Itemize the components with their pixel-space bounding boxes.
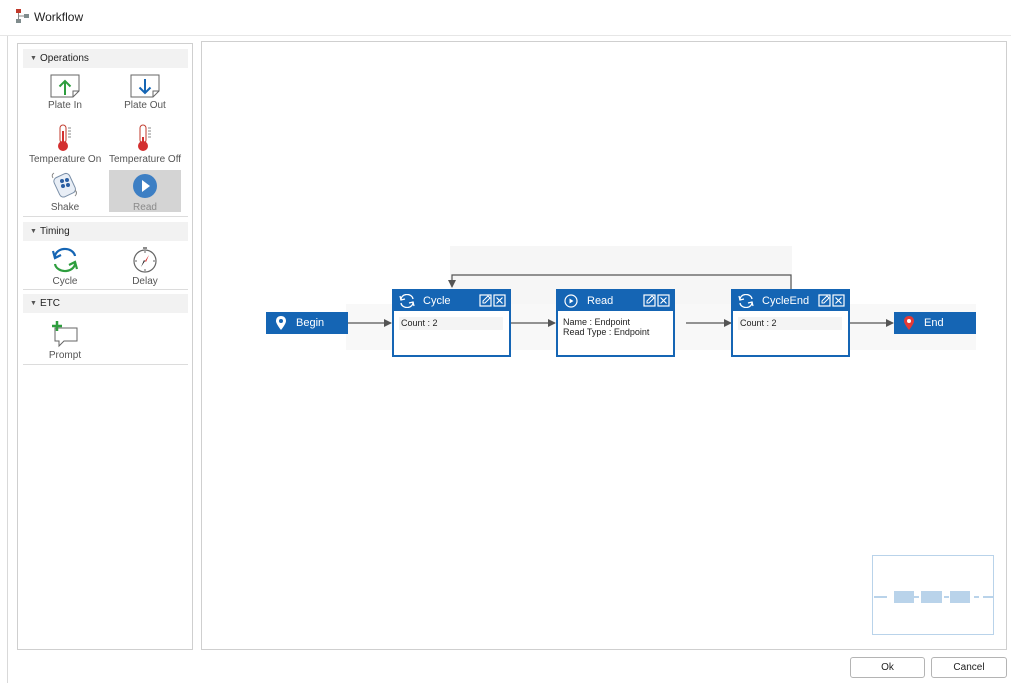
play-icon — [564, 294, 578, 308]
minimap-preview — [874, 591, 994, 603]
close-icon[interactable] — [832, 294, 845, 307]
tool-temperature-off[interactable]: Temperature Off — [109, 122, 182, 165]
section-divider — [23, 216, 188, 217]
cancel-button[interactable]: Cancel — [931, 657, 1007, 678]
tool-temperature-on[interactable]: Temperature On — [29, 122, 102, 165]
tool-plate-out[interactable]: Plate Out — [109, 72, 181, 114]
section-header-operations[interactable]: ▼ Operations — [23, 49, 188, 68]
workflow-node-cycle[interactable]: Cycle Count : 2 — [392, 289, 511, 357]
caret-down-icon: ▼ — [30, 55, 37, 62]
location-pin-icon — [276, 316, 286, 330]
node-header: Cycle — [394, 291, 509, 311]
caret-down-icon: ▼ — [30, 300, 37, 307]
window-title: Workflow — [34, 10, 84, 24]
window-border — [7, 36, 8, 683]
workflow-window: Workflow ▼ Operations Plate In Plate Out — [0, 0, 1011, 683]
prompt-icon — [52, 321, 78, 348]
thermometer-icon — [58, 124, 71, 151]
ok-button[interactable]: Ok — [850, 657, 925, 678]
tool-shake[interactable]: Shake — [29, 170, 101, 213]
workflow-node-cycleend[interactable]: CycleEnd Count : 2 — [731, 289, 850, 357]
tool-delay[interactable]: Delay — [109, 244, 181, 287]
shake-icon — [51, 172, 77, 198]
property-line: Read Type : Endpoint — [563, 327, 650, 337]
tool-label: Read — [133, 202, 157, 213]
end-node[interactable]: End — [894, 312, 976, 334]
plate-in-icon — [50, 74, 80, 98]
section-title: Operations — [40, 53, 89, 64]
close-icon[interactable] — [657, 294, 670, 307]
cycle-icon — [51, 247, 79, 273]
section-header-timing[interactable]: ▼ Timing — [23, 222, 188, 241]
node-title: Cycle — [423, 295, 451, 307]
begin-node[interactable]: Begin — [266, 312, 348, 334]
title-bar: Workflow — [0, 0, 1011, 36]
property-line: Count : 2 — [738, 317, 842, 330]
node-header: Read — [558, 291, 673, 311]
edit-icon[interactable] — [479, 294, 492, 307]
node-header: CycleEnd — [733, 291, 848, 311]
tool-label: Delay — [132, 276, 158, 287]
workflow-canvas[interactable]: Begin Cycle Count: 2 Read Name: Endpoi… — [201, 41, 1007, 650]
property-line: Count : 2 — [399, 317, 503, 330]
tool-label: Plate In — [48, 100, 82, 111]
stopwatch-icon — [133, 247, 157, 273]
begin-label: Begin — [296, 317, 325, 329]
section-divider — [23, 364, 188, 365]
thermometer-icon — [138, 124, 151, 151]
location-pin-icon — [904, 316, 914, 330]
workflow-node-read[interactable]: Read Name : Endpoint Read Type : Endpoin… — [556, 289, 675, 357]
caret-down-icon: ▼ — [30, 228, 37, 235]
node-properties: Name : Endpoint Read Type : Endpoint — [563, 317, 667, 337]
minimap[interactable] — [872, 555, 994, 635]
section-title: ETC — [40, 298, 60, 309]
close-icon[interactable] — [493, 294, 506, 307]
cycle-icon — [738, 294, 754, 308]
minimap-node — [894, 591, 914, 603]
node-properties: Count : 2 — [738, 317, 842, 330]
workflow-icon — [16, 9, 29, 23]
end-label: End — [924, 317, 944, 329]
edit-icon[interactable] — [643, 294, 656, 307]
section-title: Timing — [40, 226, 70, 237]
section-header-etc[interactable]: ▼ ETC — [23, 294, 188, 313]
minimap-node — [950, 591, 970, 603]
plate-out-icon — [130, 74, 160, 98]
minimap-node — [921, 591, 942, 603]
tool-prompt[interactable]: Prompt — [29, 318, 101, 361]
node-title: Read — [587, 295, 614, 307]
property-line: Name : Endpoint — [563, 317, 631, 327]
section-divider — [23, 289, 188, 290]
tool-plate-in[interactable]: Plate In — [29, 72, 101, 114]
tool-label: Temperature Off — [109, 154, 182, 165]
edit-icon[interactable] — [818, 294, 831, 307]
tool-label: Prompt — [48, 350, 82, 361]
tool-label: Shake — [50, 202, 80, 213]
tool-read[interactable]: Read — [109, 170, 181, 213]
tool-label: Plate Out — [124, 100, 166, 111]
tool-label: Cycle — [52, 276, 78, 287]
cycle-icon — [399, 294, 415, 308]
tool-cycle[interactable]: Cycle — [29, 244, 101, 287]
tool-label: Temperature On — [29, 154, 102, 165]
node-properties: Count : 2 — [399, 317, 503, 330]
play-icon — [133, 174, 157, 198]
node-title: CycleEnd — [762, 295, 810, 307]
tool-palette: ▼ Operations Plate In Plate Out Temperat… — [17, 43, 193, 650]
